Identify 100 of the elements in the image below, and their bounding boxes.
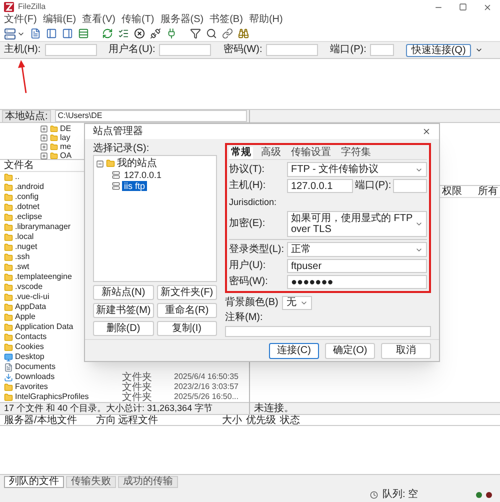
input-field[interactable] (266, 44, 318, 56)
close-icon[interactable] (422, 127, 431, 136)
panel-left-icon[interactable] (46, 28, 57, 39)
tab[interactable]: 高级 (259, 147, 283, 159)
file-name[interactable]: .android (15, 182, 44, 192)
tree-item[interactable]: iis ftp (122, 180, 148, 190)
plug-icon[interactable] (166, 28, 177, 39)
menu-item[interactable]: 编辑(E) (42, 14, 76, 26)
file-name[interactable]: .librarymanager (15, 222, 71, 232)
document-icon[interactable] (30, 28, 41, 39)
tree-item[interactable]: 127.0.0.1 (122, 170, 164, 180)
file-name[interactable]: .nuget (15, 242, 38, 252)
file-name[interactable]: .swt (15, 262, 30, 272)
refresh-icon[interactable] (102, 28, 113, 39)
dialog-button[interactable]: 新文件夹(F) (156, 285, 217, 300)
column-header[interactable]: 大小 (214, 414, 246, 426)
file-name[interactable]: AppData (15, 302, 46, 312)
tree-item[interactable]: DE (60, 124, 72, 133)
dropdown[interactable]: 无 (282, 296, 312, 310)
file-name[interactable]: .local (15, 232, 34, 242)
tree-item[interactable]: 我的站点 (117, 158, 157, 169)
file-name[interactable]: .vscode (15, 282, 43, 292)
dropdown[interactable]: FTP - 文件传输协议 (287, 162, 427, 177)
tab[interactable]: 传输设置 (289, 147, 333, 159)
link-icon[interactable] (222, 28, 233, 39)
dropdown[interactable]: 正常 (287, 242, 427, 257)
file-name[interactable]: IntelGraphicsProfiles (15, 392, 89, 402)
file-name[interactable]: Documents (15, 362, 56, 372)
tree-item[interactable]: OA (60, 151, 72, 160)
file-name[interactable]: Cookies (15, 342, 44, 352)
expand-icon[interactable] (40, 134, 48, 142)
tab[interactable]: 常规 (229, 147, 253, 159)
input-field[interactable] (44, 44, 97, 56)
dropdown[interactable]: 如果可用，使用显式的 FTP over TLS (287, 211, 427, 237)
caret-icon[interactable] (474, 46, 483, 54)
binoculars-icon[interactable] (238, 28, 249, 39)
expand-icon[interactable] (40, 142, 48, 150)
file-name[interactable]: Desktop (15, 352, 44, 362)
filter-icon[interactable] (190, 28, 201, 39)
menu-item[interactable]: 文件(F) (4, 14, 37, 26)
input-field[interactable] (159, 44, 212, 56)
dialog-button[interactable]: 确定(O) (325, 342, 375, 358)
dialog-button[interactable]: 新建书签(M) (93, 303, 154, 318)
path-field[interactable]: C:\Users\DE (54, 110, 247, 122)
column-header[interactable]: 文件名 (4, 160, 34, 171)
column-header[interactable]: 服务器/本地文件 (4, 414, 96, 426)
unplug-icon[interactable] (150, 28, 161, 39)
input-field[interactable] (393, 179, 427, 193)
expand-icon[interactable] (40, 152, 48, 160)
tab[interactable]: 字符集 (339, 147, 373, 159)
input-field[interactable] (370, 44, 394, 56)
dialog-button[interactable]: 删除(D) (93, 321, 154, 336)
file-name[interactable]: .dotnet (15, 202, 40, 212)
quickconnect-button[interactable]: 快速连接(Q) (406, 44, 471, 56)
file-name[interactable]: Apple (15, 312, 36, 322)
file-name[interactable]: Contacts (15, 332, 47, 342)
file-name[interactable]: Downloads (15, 372, 55, 382)
file-name[interactable]: .ssh (15, 252, 30, 262)
panel-right-icon[interactable] (62, 28, 73, 39)
column-header[interactable]: 方向 (96, 414, 118, 426)
dialog-button[interactable]: 重命名(R) (156, 303, 217, 318)
server-icon[interactable] (4, 28, 16, 40)
dialog-button[interactable]: 新站点(N) (93, 285, 154, 300)
rows-icon[interactable] (78, 28, 89, 39)
column-header[interactable]: 状态 (280, 414, 320, 426)
file-name[interactable]: Application Data (15, 322, 74, 332)
input-field[interactable]: ●●●●●●● (287, 275, 427, 289)
search-icon[interactable] (206, 28, 217, 39)
tree-item[interactable]: me (60, 142, 72, 151)
menu-item[interactable]: 帮助(H) (248, 14, 283, 26)
checklist-icon[interactable] (118, 28, 129, 39)
menu-item[interactable]: 查看(V) (82, 14, 116, 26)
column-header[interactable]: 优先级 (246, 414, 280, 426)
comment-field[interactable] (225, 326, 431, 337)
menu-item[interactable]: 传输(T) (121, 14, 154, 26)
file-name[interactable]: .eclipse (15, 212, 42, 222)
file-name[interactable]: .vue-cli-ui (15, 292, 50, 302)
close-icon[interactable] (483, 2, 492, 12)
maximize-icon[interactable] (459, 3, 467, 11)
column-header[interactable]: 所有 (478, 186, 500, 197)
dialog-button[interactable]: 连接(C) (269, 342, 319, 358)
menu-item[interactable]: 书签(B) (210, 14, 243, 26)
tab[interactable]: 列队的文件 (4, 476, 64, 488)
tree-item[interactable]: lay (60, 133, 70, 142)
file-name[interactable]: .. (15, 172, 20, 182)
input-field[interactable]: 127.0.0.1 (287, 179, 353, 193)
tab[interactable]: 成功的传输 (118, 476, 178, 488)
input-field[interactable]: ftpuser (287, 259, 427, 273)
column-header[interactable]: 远程文件 (118, 414, 214, 426)
dialog-button[interactable]: 复制(I) (156, 321, 217, 336)
column-header[interactable]: 权限 (442, 186, 478, 197)
file-name[interactable]: Favorites (15, 382, 48, 392)
file-name[interactable]: .templateengine (15, 272, 72, 282)
menu-item[interactable]: 服务器(S) (160, 14, 204, 26)
expand-icon[interactable] (40, 124, 48, 132)
tab[interactable]: 传输失败 (66, 476, 116, 488)
cancel-icon[interactable] (134, 28, 145, 39)
collapse-icon[interactable] (96, 160, 104, 168)
dialog-button[interactable]: 取消 (381, 342, 431, 358)
file-name[interactable]: .config (15, 192, 39, 202)
